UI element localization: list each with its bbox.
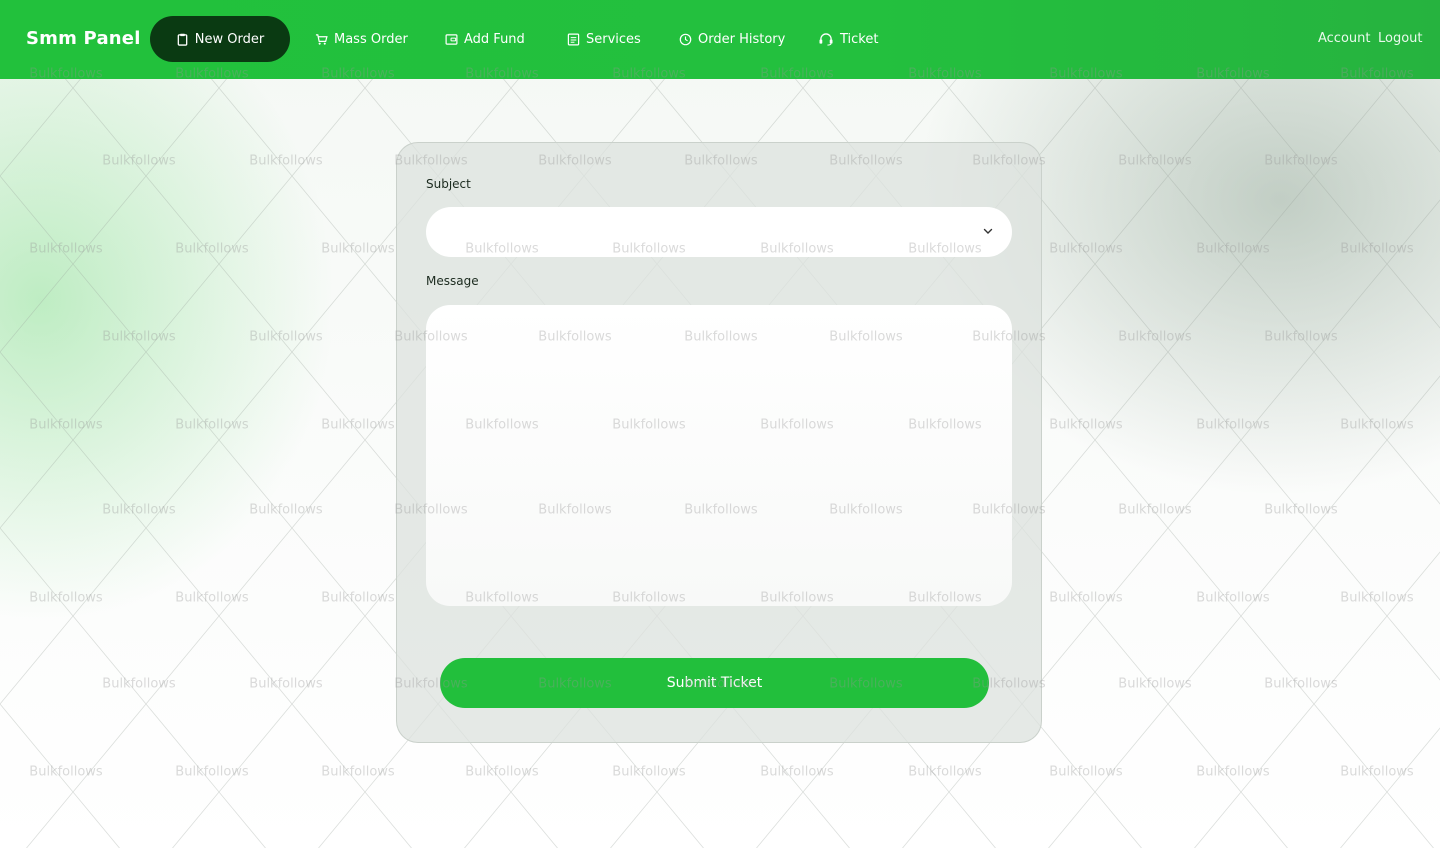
- chevron-down-icon[interactable]: [982, 225, 994, 237]
- watermark-text: Bulkfollows: [1196, 590, 1270, 606]
- watermark-text: Bulkfollows: [760, 764, 834, 780]
- watermark-text: Bulkfollows: [102, 676, 176, 692]
- watermark-text: Bulkfollows: [321, 417, 395, 433]
- watermark-text: Bulkfollows: [1049, 417, 1123, 433]
- watermark-text: Bulkfollows: [465, 764, 539, 780]
- watermark-text: Bulkfollows: [29, 417, 103, 433]
- watermark-text: Bulkfollows: [29, 590, 103, 606]
- submit-ticket-button[interactable]: Submit Ticket: [440, 658, 989, 708]
- watermark-text: Bulkfollows: [1118, 153, 1192, 169]
- watermark-text: Bulkfollows: [1340, 764, 1414, 780]
- watermark-text: Bulkfollows: [1118, 502, 1192, 518]
- watermark-text: Bulkfollows: [1049, 590, 1123, 606]
- nav-ticket-label: Ticket: [840, 31, 879, 47]
- watermark-text: Bulkfollows: [249, 502, 323, 518]
- cart-icon: [315, 33, 328, 45]
- watermark-text: Bulkfollows: [321, 590, 395, 606]
- watermark-text: Bulkfollows: [175, 764, 249, 780]
- watermark-text: Bulkfollows: [1118, 676, 1192, 692]
- watermark-text: Bulkfollows: [908, 764, 982, 780]
- nav-add-fund[interactable]: Add Fund: [445, 30, 525, 48]
- nav-ticket[interactable]: Ticket: [818, 30, 878, 48]
- nav-services[interactable]: Services: [567, 30, 641, 48]
- watermark-text: Bulkfollows: [1340, 417, 1414, 433]
- watermark-text: Bulkfollows: [1196, 764, 1270, 780]
- watermark-text: Bulkfollows: [612, 764, 686, 780]
- watermark-text: Bulkfollows: [102, 329, 176, 345]
- watermark-text: Bulkfollows: [1049, 764, 1123, 780]
- watermark-text: Bulkfollows: [249, 329, 323, 345]
- message-label: Message: [426, 274, 479, 288]
- nav-mass-order[interactable]: Mass Order: [315, 30, 408, 48]
- watermark-text: Bulkfollows: [1340, 241, 1414, 257]
- watermark-text: Bulkfollows: [249, 676, 323, 692]
- watermark-text: Bulkfollows: [321, 764, 395, 780]
- clock-icon: [679, 33, 692, 45]
- subject-label: Subject: [426, 177, 471, 191]
- nav-add-fund-label: Add Fund: [464, 31, 525, 47]
- nav-new-order[interactable]: New Order: [150, 16, 290, 62]
- nav-new-order-label: New Order: [194, 31, 265, 47]
- watermark-text: Bulkfollows: [1118, 329, 1192, 345]
- watermark-text: Bulkfollows: [1340, 590, 1414, 606]
- watermark-text: Bulkfollows: [1196, 417, 1270, 433]
- message-textarea[interactable]: [426, 305, 1012, 606]
- clipboard-icon: [177, 33, 188, 46]
- watermark-text: Bulkfollows: [102, 153, 176, 169]
- top-navigation-bar: Smm Panel New Order Mass Order Add Fund …: [0, 0, 1440, 79]
- nav-order-history[interactable]: Order History: [679, 30, 785, 48]
- account-link[interactable]: Account: [1318, 31, 1371, 46]
- brand-logo-text[interactable]: Smm Panel: [26, 28, 141, 49]
- nav-order-history-label: Order History: [698, 31, 786, 47]
- document-icon: [567, 33, 580, 45]
- watermark-text: Bulkfollows: [321, 241, 395, 257]
- watermark-text: Bulkfollows: [29, 241, 103, 257]
- watermark-text: Bulkfollows: [1049, 241, 1123, 257]
- watermark-text: Bulkfollows: [175, 417, 249, 433]
- watermark-text: Bulkfollows: [1264, 153, 1338, 169]
- watermark-text: Bulkfollows: [1264, 676, 1338, 692]
- watermark-text: Bulkfollows: [102, 502, 176, 518]
- headset-icon: [819, 32, 833, 46]
- ticket-form-card: Subject Message Submit Ticket: [396, 142, 1042, 743]
- nav-mass-order-label: Mass Order: [334, 31, 408, 47]
- watermark-text: Bulkfollows: [249, 153, 323, 169]
- watermark-text: Bulkfollows: [1196, 241, 1270, 257]
- watermark-text: Bulkfollows: [175, 590, 249, 606]
- watermark-text: Bulkfollows: [1264, 329, 1338, 345]
- logout-link[interactable]: Logout: [1378, 31, 1423, 46]
- wallet-icon: [445, 33, 458, 45]
- subject-select[interactable]: [426, 207, 1012, 257]
- watermark-text: Bulkfollows: [1264, 502, 1338, 518]
- nav-services-label: Services: [586, 31, 641, 47]
- watermark-text: Bulkfollows: [29, 764, 103, 780]
- watermark-text: Bulkfollows: [175, 241, 249, 257]
